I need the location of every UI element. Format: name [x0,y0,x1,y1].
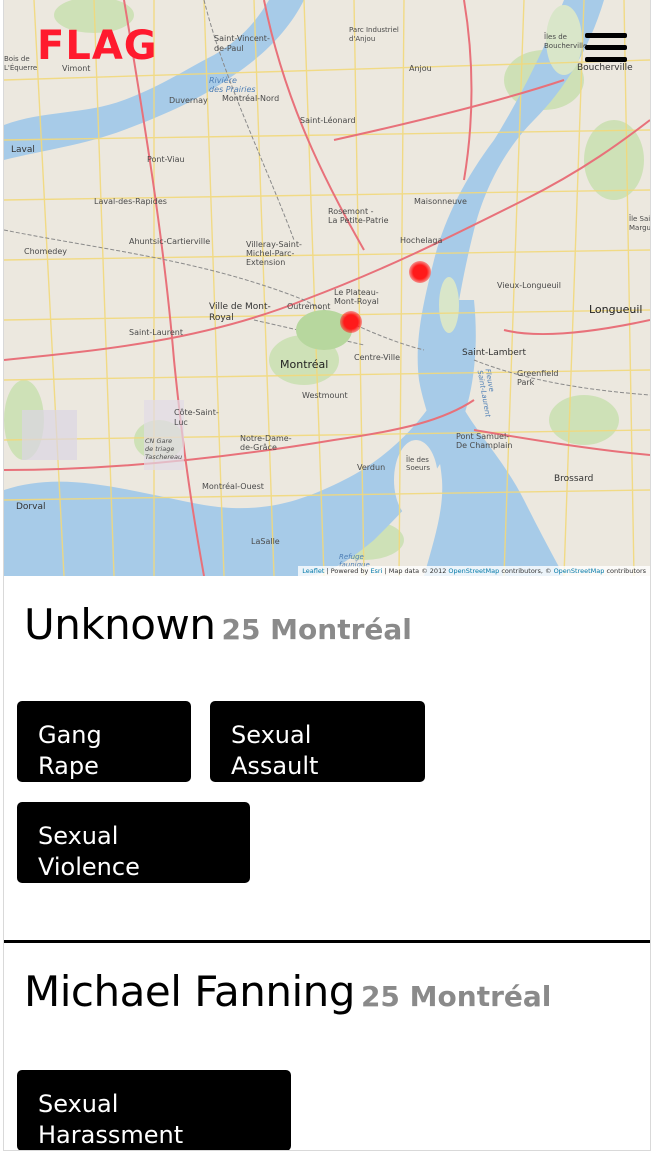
app-frame: Saint-Vincent- de-Paul Vimont Duvernay M… [3,0,651,1151]
map-label: LaSalle [251,537,280,546]
map-label: Rivière des Prairies [209,76,256,94]
map-label: Saint-Léonard [300,116,356,125]
map-label: Montréal [280,358,329,371]
map-label: Anjou [409,64,432,73]
map-label: Ville de Mont- Royal [209,302,271,323]
tag-gang-rape[interactable]: Gang Rape [17,701,191,782]
tag-sexual-assault[interactable]: Sexual Assault [210,701,425,782]
map-label: Villeray-Saint- Michel-Parc- Extension [246,240,302,267]
map-label: Saint-Laurent [129,328,183,337]
osm-link[interactable]: OpenStreetMap [554,567,605,575]
map-label: Outremont [287,302,331,311]
osm-link[interactable]: OpenStreetMap [448,567,499,575]
map-label: Île des Soeurs [406,456,430,472]
attribution-text: | Powered by [324,567,371,575]
map-label: Saint-Lambert [462,348,526,358]
map-label: Montréal-Nord [222,94,280,103]
map-label: Greenfield Park [517,369,559,387]
map-label: Laval-des-Rapides [94,197,167,206]
attribution-text: contributors [604,567,646,575]
hamburger-menu-icon[interactable] [585,33,627,65]
menu-bar [585,57,627,62]
map-label: Bois de L'Équerre [4,55,38,72]
map-label: Verdun [357,463,386,472]
map-label: Saint-Vincent- de-Paul [214,34,270,53]
map-label: Laval [11,145,35,155]
app-logo[interactable]: FLAG [37,26,158,66]
map-label: Chomedey [24,247,67,256]
map-label: Westmount [302,391,348,400]
record-header: Michael Fanning 25 Montréal [24,967,551,1016]
map-label: Hochelaga [400,236,443,245]
map-label: Montréal-Ouest [202,482,264,491]
attribution-text: contributors, © [499,567,554,575]
record-name: Michael Fanning [24,967,355,1016]
tag-sexual-violence[interactable]: Sexual Violence [17,802,250,883]
map-label: Parc Industriel d'Anjou [349,26,399,43]
incident-marker[interactable] [409,261,431,283]
map-label: Île Sainte- Marguerite [629,215,650,232]
map-label: Maisonneuve [414,197,467,206]
map-attribution: Leaflet | Powered by Esri | Map data © 2… [298,566,650,576]
map-label: Centre-Ville [354,353,401,362]
map-label: Longueuil [589,303,643,316]
record-name: Unknown [24,600,216,649]
map-label: Pont-Viau [147,155,185,164]
map-label: CN Gare de triage Taschereau [145,437,183,461]
record-age-location: 25 Montréal [221,613,412,646]
map-label: Pont Samuel- De Champlain [456,432,513,450]
map-label: Ahuntsic-Cartierville [129,237,211,246]
record-header: Unknown 25 Montréal [24,600,412,649]
leaflet-link[interactable]: Leaflet [302,567,324,575]
record-age-location: 25 Montréal [360,980,552,1013]
map-label: Notre-Dame- de-Grâce [240,434,292,452]
attribution-text: | Map data © 2012 [382,567,449,575]
map-label: Côte-Saint- Luc [174,408,219,427]
map-label: Dorval [16,502,46,512]
menu-bar [585,33,627,38]
incident-map[interactable]: Saint-Vincent- de-Paul Vimont Duvernay M… [4,0,650,576]
map-label: Îles de Boucherville [544,33,588,50]
menu-bar [585,45,627,50]
map-label: Rosemont - La Petite-Patrie [328,207,389,225]
esri-link[interactable]: Esri [370,567,382,575]
tag-sexual-harassment[interactable]: Sexual Harassment [17,1070,291,1150]
map-label: Duvernay [169,96,208,105]
map-label: Le Plateau- Mont-Royal [334,288,379,306]
map-label: Brossard [554,474,594,484]
incident-marker[interactable] [340,311,362,333]
map-label: Vieux-Longueuil [497,281,561,290]
